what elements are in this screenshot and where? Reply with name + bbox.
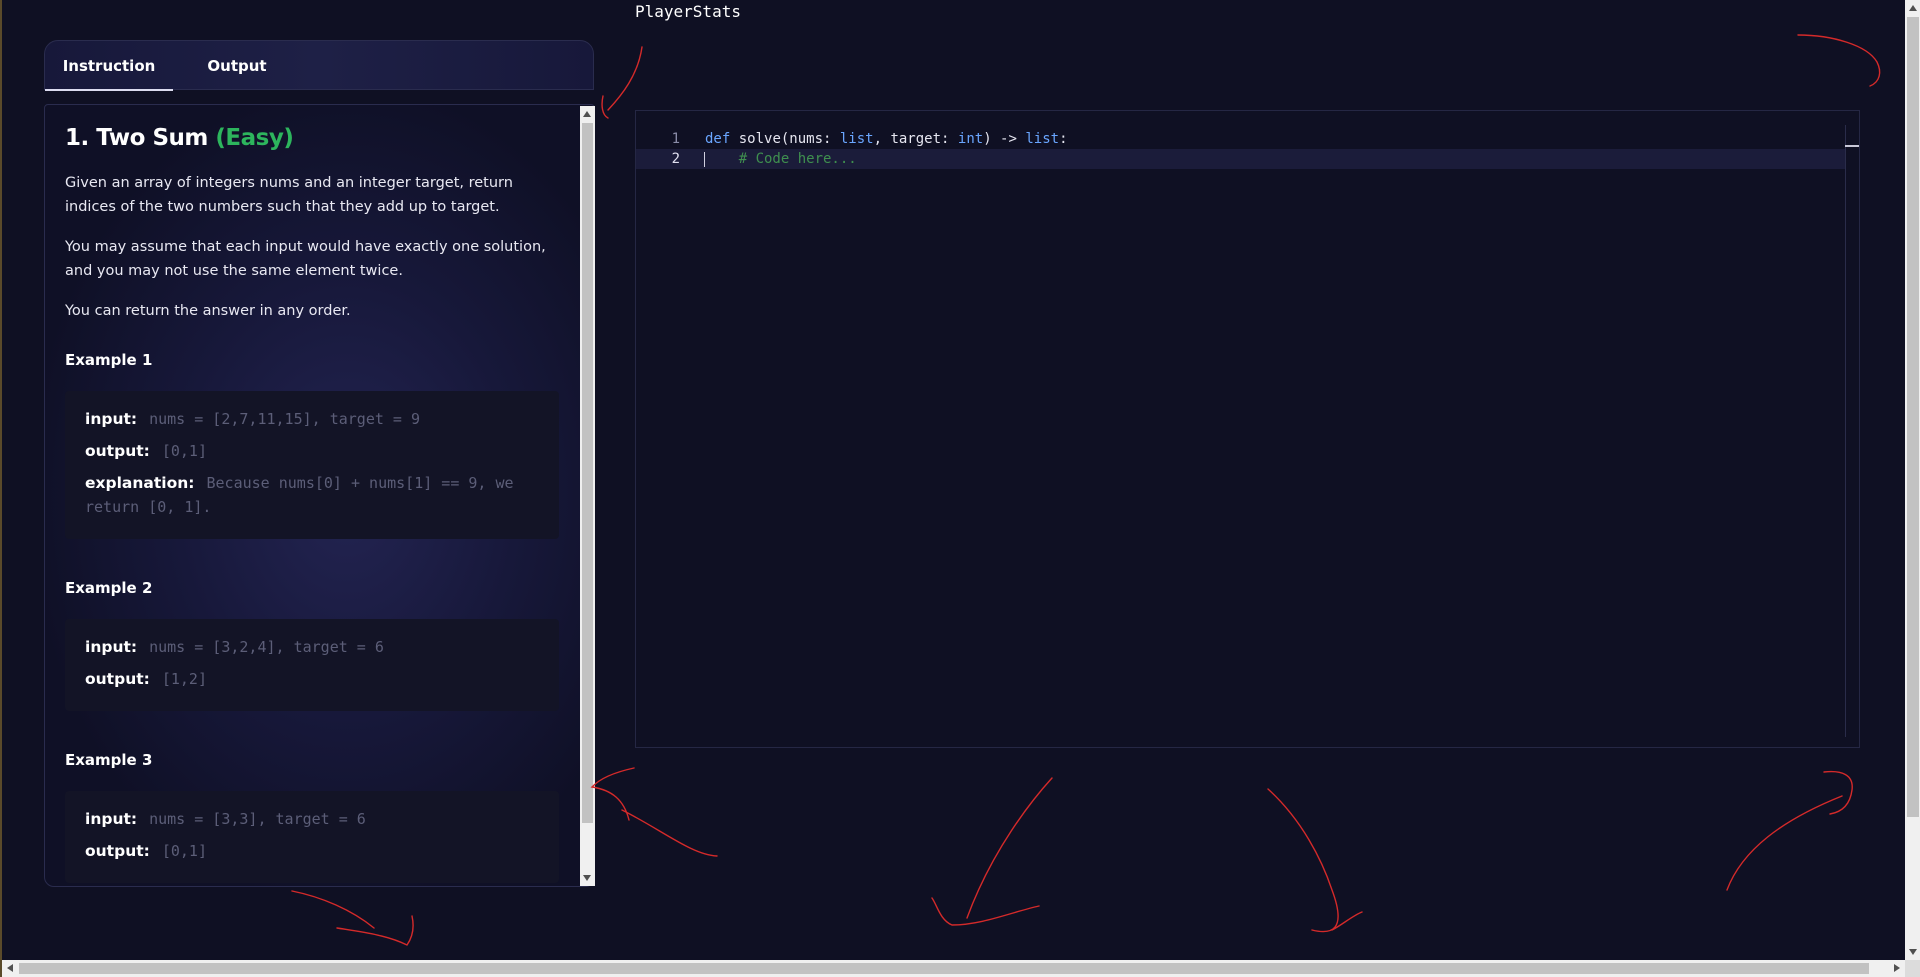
scroll-down-arrow-icon[interactable] (583, 875, 591, 881)
example-3-input-row: input: nums = [3,3], target = 6 (85, 807, 539, 831)
scrollbar-corner (1905, 960, 1920, 977)
example-3-heading: Example 3 (65, 751, 153, 769)
example-3-output-row: output: [0,1] (85, 839, 539, 863)
example-2-output-row: output: [1,2] (85, 667, 539, 691)
page: PlayerStats Instruction Output 1. Two Su… (0, 0, 1920, 977)
page-vertical-thumb[interactable] (1907, 17, 1919, 817)
input-label: input: (85, 410, 138, 428)
type-list: list (839, 131, 874, 147)
example-1-output-row: output: [0,1] (85, 439, 539, 463)
code-line-1[interactable]: 1 def solve(nums: list, target: int) -> … (636, 129, 1845, 149)
example-1-output: [0,1] (161, 442, 207, 460)
example-2-output: [1,2] (161, 670, 207, 688)
example-1-explanation-row: explanation: Because nums[0] + nums[1] ==… (85, 471, 539, 519)
line-number: 1 (671, 131, 680, 147)
page-scroll-up-icon[interactable] (1909, 5, 1917, 11)
input-label: input: (85, 638, 138, 656)
example-3-input: nums = [3,3], target = 6 (149, 810, 366, 828)
output-label: output: (85, 842, 150, 860)
difficulty-badge: (Easy) (215, 125, 294, 151)
instruction-panel: 1. Two Sum (Easy) Given an array of inte… (44, 104, 595, 887)
instruction-scrollbar[interactable] (580, 106, 595, 886)
return-arrow: ) -> (983, 131, 1026, 147)
text-cursor (704, 152, 705, 167)
tab-bar: Instruction Output (44, 40, 594, 91)
page-scroll-left-icon[interactable] (7, 964, 13, 972)
tab-output[interactable]: Output (187, 41, 287, 89)
type-list-return: list (1025, 131, 1060, 147)
editor-minimap-border (1845, 125, 1846, 737)
example-2-input-row: input: nums = [3,2,4], target = 6 (85, 635, 539, 659)
code-editor[interactable]: 1 def solve(nums: list, target: int) -> … (635, 110, 1860, 748)
editor-minimap-slider[interactable] (1845, 145, 1859, 147)
app-title: PlayerStats (635, 2, 741, 21)
output-label: output: (85, 670, 150, 688)
page-vertical-scrollbar[interactable] (1905, 0, 1920, 960)
example-1-box: input: nums = [2,7,11,15], target = 9 out… (65, 391, 559, 539)
page-horizontal-thumb[interactable] (19, 963, 1869, 974)
keyword-def: def (705, 131, 731, 147)
code-line-2[interactable]: 2 # Code here... (636, 149, 1845, 169)
page-horizontal-scrollbar[interactable] (2, 960, 1905, 977)
example-1-input: nums = [2,7,11,15], target = 9 (149, 410, 421, 428)
example-2-input: nums = [3,2,4], target = 6 (149, 638, 384, 656)
example-2-heading: Example 2 (65, 579, 153, 597)
example-1-heading: Example 1 (65, 351, 153, 369)
code-comment[interactable]: # Code here... (705, 149, 857, 169)
example-3-output: [0,1] (161, 842, 207, 860)
problem-title: 1. Two Sum (Easy) (65, 125, 561, 151)
example-2-box: input: nums = [3,2,4], target = 6 output:… (65, 619, 559, 711)
param-target: , target: (873, 131, 958, 147)
page-scroll-down-icon[interactable] (1909, 949, 1917, 955)
input-label: input: (85, 810, 138, 828)
code-text[interactable]: def solve(nums: list, target: int) -> li… (705, 129, 1068, 149)
problem-note: You can return the answer in any order. (65, 303, 351, 319)
type-int: int (957, 131, 984, 147)
instruction-content: 1. Two Sum (Easy) Given an array of inte… (65, 105, 561, 883)
explanation-label: explanation: (85, 474, 195, 492)
example-3-box: input: nums = [3,3], target = 6 output: [0… (65, 791, 559, 883)
function-signature: solve(nums: (730, 131, 840, 147)
example-1-input-row: input: nums = [2,7,11,15], target = 9 (85, 407, 539, 431)
colon: : (1059, 131, 1068, 147)
problem-constraint: You may assume that each input would hav… (65, 239, 546, 279)
problem-name: 1. Two Sum (65, 125, 208, 151)
page-scroll-right-icon[interactable] (1894, 964, 1900, 972)
problem-description: Given an array of integers nums and an i… (65, 175, 513, 215)
tab-instruction[interactable]: Instruction (45, 41, 173, 91)
line-number: 2 (671, 151, 680, 167)
instruction-scroll-thumb[interactable] (582, 123, 593, 823)
output-label: output: (85, 442, 150, 460)
scroll-up-arrow-icon[interactable] (583, 111, 591, 117)
